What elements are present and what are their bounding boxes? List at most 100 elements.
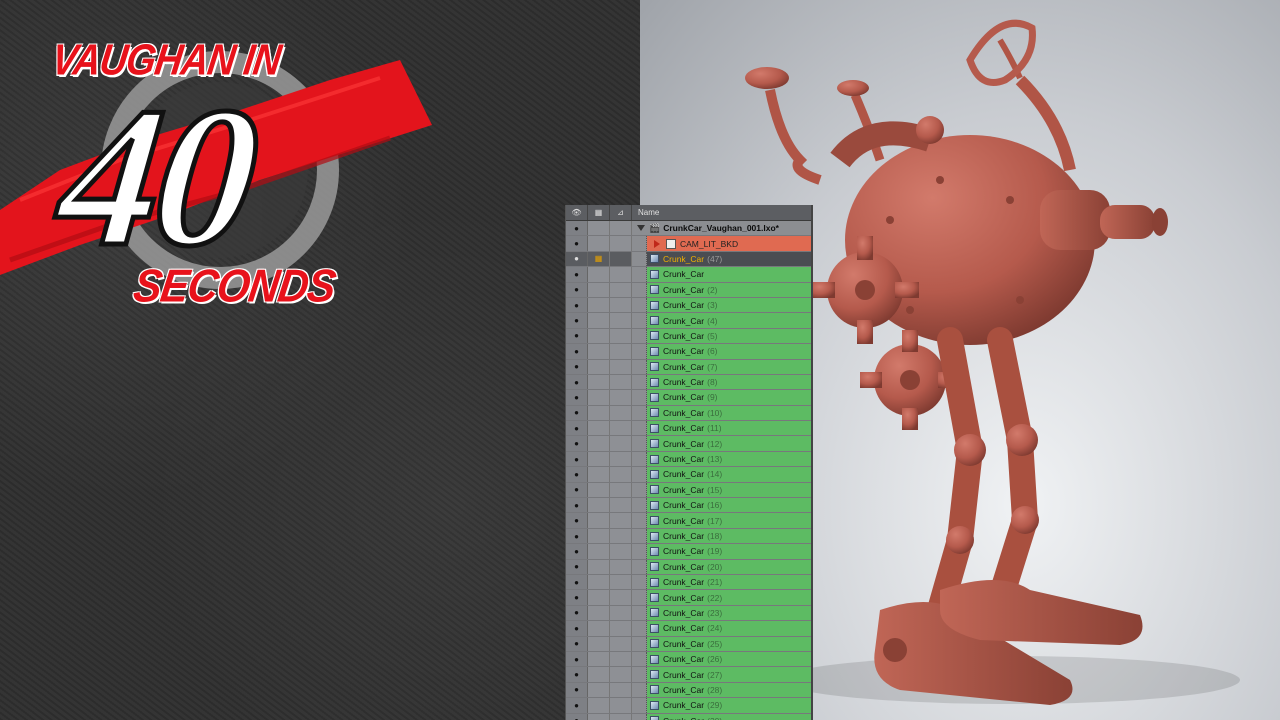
eye-icon[interactable]: ●	[566, 667, 588, 682]
lock-cell[interactable]	[588, 451, 610, 467]
lock-cell[interactable]	[588, 498, 610, 513]
mesh-item-row[interactable]: ● Crunk_Car (7)	[566, 359, 811, 375]
lock-cell[interactable]	[588, 482, 610, 498]
lock-cell[interactable]	[588, 621, 610, 636]
expand-triangle-icon[interactable]	[654, 239, 660, 248]
lock-cell[interactable]	[588, 667, 610, 682]
type-column-header[interactable]: ⊿	[610, 205, 632, 220]
eye-icon[interactable]: ●	[566, 282, 588, 297]
lock-cell[interactable]	[588, 651, 610, 667]
eye-icon[interactable]: ●	[566, 636, 588, 651]
eye-icon[interactable]: ●	[566, 513, 588, 528]
scene-row[interactable]: ● 🎬 CrunkCar_Vaughan_001.lxo*	[566, 221, 811, 237]
lock-cell[interactable]	[588, 328, 610, 344]
eye-icon[interactable]: ●	[566, 374, 588, 390]
eye-icon[interactable]: ●	[566, 313, 588, 328]
eye-icon[interactable]: ●	[566, 451, 588, 467]
lock-cell[interactable]	[588, 590, 610, 605]
eye-icon[interactable]: ●	[566, 390, 588, 405]
lock-cell[interactable]	[588, 344, 610, 359]
eye-icon[interactable]: ●	[566, 267, 588, 282]
mesh-item-row[interactable]: ● Crunk_Car (20)	[566, 559, 811, 575]
lock-cell[interactable]	[588, 267, 610, 282]
eye-icon[interactable]: ●	[566, 544, 588, 559]
eye-icon[interactable]: ●	[566, 713, 588, 720]
lock-cell[interactable]	[588, 221, 610, 236]
lock-cell[interactable]	[588, 405, 610, 421]
lock-cell[interactable]	[588, 698, 610, 713]
eye-icon[interactable]: ●	[566, 251, 588, 267]
eye-icon[interactable]: ●	[566, 344, 588, 359]
lock-icon[interactable]: ▦	[588, 251, 610, 267]
visibility-column-header[interactable]: 👁	[566, 205, 588, 220]
mesh-item-row[interactable]: ● Crunk_Car (15)	[566, 482, 811, 499]
mesh-item-row[interactable]: ● Crunk_Car (24)	[566, 621, 811, 637]
mesh-item-row[interactable]: ● Crunk_Car (14)	[566, 467, 811, 483]
camera-row[interactable]: ● CAM_LIT_BKD	[566, 236, 811, 252]
selected-mesh-row[interactable]: ● ▦ Crunk_Car (47)	[566, 251, 811, 268]
eye-icon[interactable]: ●	[566, 328, 588, 344]
mesh-item-row[interactable]: ● Crunk_Car (28)	[566, 682, 811, 699]
lock-cell[interactable]	[588, 359, 610, 374]
lock-cell[interactable]	[588, 374, 610, 390]
lock-cell[interactable]	[588, 390, 610, 405]
lock-cell[interactable]	[588, 297, 610, 313]
eye-icon[interactable]: ●	[566, 482, 588, 498]
mesh-item-row[interactable]: ● Crunk_Car (3)	[566, 297, 811, 314]
lock-cell[interactable]	[588, 513, 610, 528]
mesh-item-row[interactable]: ● Crunk_Car (2)	[566, 282, 811, 298]
lock-column-header[interactable]: ▦	[588, 205, 610, 220]
eye-icon[interactable]: ●	[566, 436, 588, 451]
lock-cell[interactable]	[588, 636, 610, 651]
mesh-item-row[interactable]: ● Crunk_Car (27)	[566, 667, 811, 683]
mesh-item-row[interactable]: ● Crunk_Car (5)	[566, 328, 811, 345]
lock-cell[interactable]	[588, 713, 610, 720]
eye-icon[interactable]: ●	[566, 421, 588, 436]
lock-cell[interactable]	[588, 282, 610, 297]
mesh-item-row[interactable]: ● Crunk_Car (19)	[566, 544, 811, 560]
eye-icon[interactable]: ●	[566, 682, 588, 698]
lock-cell[interactable]	[588, 682, 610, 698]
name-column-header[interactable]: Name	[632, 208, 659, 217]
eye-icon[interactable]: ●	[566, 405, 588, 421]
mesh-item-row[interactable]: ● Crunk_Car (16)	[566, 498, 811, 514]
mesh-item-row[interactable]: ● Crunk_Car (8)	[566, 374, 811, 391]
mesh-item-row[interactable]: ● Crunk_Car (21)	[566, 574, 811, 591]
eye-icon[interactable]: ●	[566, 651, 588, 667]
eye-icon[interactable]: ●	[566, 605, 588, 621]
mesh-item-row[interactable]: ● Crunk_Car	[566, 267, 811, 283]
eye-icon[interactable]: ●	[566, 621, 588, 636]
eye-icon[interactable]: ●	[566, 221, 588, 236]
lock-cell[interactable]	[588, 467, 610, 482]
mesh-item-row[interactable]: ● Crunk_Car (6)	[566, 344, 811, 360]
eye-icon[interactable]: ●	[566, 498, 588, 513]
mesh-item-row[interactable]: ● Crunk_Car (25)	[566, 636, 811, 652]
eye-icon[interactable]: ●	[566, 559, 588, 574]
eye-icon[interactable]: ●	[566, 574, 588, 590]
lock-cell[interactable]	[588, 605, 610, 621]
mesh-item-row[interactable]: ● Crunk_Car (11)	[566, 421, 811, 437]
collapse-triangle-icon[interactable]	[637, 225, 645, 232]
mesh-item-row[interactable]: ● Crunk_Car (26)	[566, 651, 811, 668]
eye-icon[interactable]: ●	[566, 698, 588, 713]
mesh-item-row[interactable]: ● Crunk_Car (9)	[566, 390, 811, 406]
lock-cell[interactable]	[588, 544, 610, 559]
lock-cell[interactable]	[588, 436, 610, 451]
eye-icon[interactable]: ●	[566, 467, 588, 482]
eye-icon[interactable]: ●	[566, 297, 588, 313]
item-list-panel[interactable]: 👁 ▦ ⊿ Name ● 🎬 CrunkCar_Vaughan_001.lxo*…	[565, 205, 813, 720]
mesh-item-row[interactable]: ● Crunk_Car (17)	[566, 513, 811, 529]
mesh-item-row[interactable]: ● Crunk_Car (13)	[566, 451, 811, 468]
lock-cell[interactable]	[588, 313, 610, 328]
mesh-item-row[interactable]: ● Crunk_Car (4)	[566, 313, 811, 329]
mesh-item-row[interactable]: ● Crunk_Car(30)	[566, 713, 811, 720]
lock-cell[interactable]	[588, 421, 610, 436]
mesh-item-row[interactable]: ● Crunk_Car (18)	[566, 528, 811, 545]
lock-cell[interactable]	[588, 559, 610, 574]
mesh-item-row[interactable]: ● Crunk_Car (22)	[566, 590, 811, 606]
eye-icon[interactable]: ●	[566, 359, 588, 374]
eye-icon[interactable]: ●	[566, 236, 588, 251]
mesh-item-row[interactable]: ● Crunk_Car (29)	[566, 698, 811, 714]
eye-icon[interactable]: ●	[566, 528, 588, 544]
mesh-item-row[interactable]: ● Crunk_Car (12)	[566, 436, 811, 452]
